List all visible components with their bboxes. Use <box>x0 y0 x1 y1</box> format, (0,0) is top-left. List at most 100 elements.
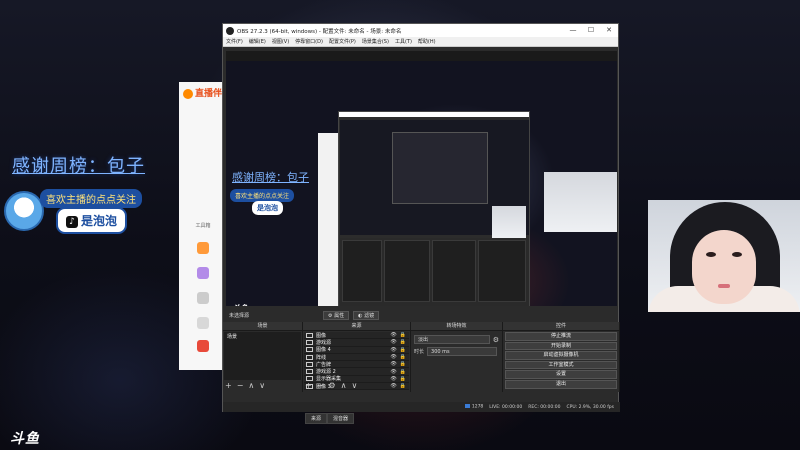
nested-docks <box>340 238 529 306</box>
app-tool-item[interactable] <box>183 292 223 306</box>
duration-input[interactable]: 300 ms <box>427 347 498 356</box>
exit-button[interactable]: 退出 <box>505 379 617 389</box>
source-properties-button[interactable]: ⚙ <box>328 381 335 391</box>
follow-reminder-text: 喜欢主播的点点关注 <box>40 189 142 208</box>
preview-douyu-logo: 斗鱼 <box>232 303 248 306</box>
bitrate-indicator: 1278 <box>464 404 484 410</box>
source-toolbar: 未选择源 ⚙ 属性 ◐ 滤镜 <box>226 309 617 321</box>
menu-edit[interactable]: 编辑(E) <box>249 38 266 45</box>
duration-label: 时长 <box>414 349 425 355</box>
scenes-dock: 场景 场景 + − ∧ ∨ <box>223 322 303 392</box>
move-down-button[interactable]: ∨ <box>259 381 265 391</box>
lock-icon[interactable]: 🔒 <box>400 369 406 375</box>
menu-scene-collection[interactable]: 场景集合(S) <box>362 38 389 45</box>
gear-icon[interactable]: ⚙ <box>493 336 499 344</box>
transition-select[interactable]: 淡出 <box>414 335 490 344</box>
move-up-button[interactable]: ∧ <box>248 381 254 391</box>
lock-icon[interactable]: 🔒 <box>400 347 406 353</box>
sources-list: 图像 👁 🔒 游戏源 👁 🔒 图像 4 👁 🔒 阵线 👁 🔒 广告牌 👁 🔒 游戏源 2 👁 🔒 显示器… <box>304 332 409 391</box>
douyin-handle: ♪ 是泡泡 <box>56 207 128 234</box>
studio-mode-button[interactable]: 工作室模式 <box>505 360 617 370</box>
rec-timer: REC: 00:00:00 <box>528 404 561 410</box>
transitions-dock: 转场特效 淡出 ⚙ 时长 300 ms <box>411 322 503 392</box>
lock-icon[interactable]: 🔒 <box>400 376 406 382</box>
preview-thanks-banner: 感谢周榜：包子 <box>232 171 309 184</box>
nested-preview <box>340 120 529 238</box>
move-up-button[interactable]: ∧ <box>341 381 347 391</box>
source-label: 阵线 <box>316 354 327 361</box>
tool-icon <box>197 267 209 279</box>
move-down-button[interactable]: ∨ <box>351 381 357 391</box>
eye-icon[interactable]: 👁 <box>390 383 396 389</box>
image-source-icon <box>306 347 313 353</box>
scenes-toolbar: + − ∧ ∨ <box>225 381 270 391</box>
preview-companion-panel <box>318 133 340 306</box>
properties-label: 属性 <box>334 312 345 319</box>
app-brand-text: 直播伴 <box>195 89 223 99</box>
bitrate-text: 1278 <box>471 404 484 410</box>
selfie-face <box>692 230 756 304</box>
menu-docks[interactable]: 停靠窗口(D) <box>295 38 323 45</box>
obs-preview-canvas[interactable]: 感谢周榜：包子 喜欢主播的点点关注 是泡泡 斗鱼 <box>226 51 617 306</box>
app-tool-item[interactable] <box>183 267 223 281</box>
start-recording-button[interactable]: 开始录制 <box>505 341 617 351</box>
game-source-icon <box>306 369 313 375</box>
close-button[interactable]: ✕ <box>600 24 618 37</box>
menu-profile[interactable]: 配置文件(P) <box>329 38 356 45</box>
add-scene-button[interactable]: + <box>225 381 232 391</box>
tool-icon <box>197 340 209 352</box>
transitions-header: 转场特效 <box>411 322 502 331</box>
eye-icon[interactable]: 👁 <box>390 347 396 353</box>
tab-sources[interactable]: 来源 <box>305 413 328 424</box>
start-virtual-camera-button[interactable]: 启动虚拟摄像机 <box>505 351 617 360</box>
lock-icon[interactable]: 🔒 <box>400 354 406 360</box>
eye-icon[interactable]: 👁 <box>390 376 396 382</box>
stop-streaming-button[interactable]: 停止推流 <box>505 332 617 341</box>
settings-button[interactable]: 设置 <box>505 370 617 379</box>
douyu-logo: 斗鱼 <box>10 431 40 447</box>
menu-tools[interactable]: 工具(T) <box>395 38 412 45</box>
obs-window: OBS 27.2.3 (64-bit, windows) - 配置文件: 未命名… <box>222 23 620 424</box>
nested-titlebar <box>339 112 529 117</box>
lock-icon[interactable]: 🔒 <box>400 361 406 367</box>
app-tool-item[interactable] <box>183 317 223 331</box>
obs-docks: 场景 场景 + − ∧ ∨ 来源 图像 👁 🔒 游戏源 👁 🔒 图像 4 👁 🔒 阵线 👁 🔒 … <box>223 322 620 392</box>
controls-dock: 控件 停止推流 开始录制 启动虚拟摄像机 工作室模式 设置 退出 <box>503 322 620 392</box>
lock-icon[interactable]: 🔒 <box>400 332 406 338</box>
tab-mixer[interactable]: 混音器 <box>327 413 355 424</box>
filters-button[interactable]: ◐ 滤镜 <box>353 310 380 320</box>
lock-icon[interactable]: 🔒 <box>400 383 406 389</box>
obs-title: OBS 27.2.3 (64-bit, windows) - 配置文件: 未命名… <box>237 28 402 35</box>
source-label: 游戏源 2 <box>316 369 336 376</box>
obs-menubar: 文件(F) 编辑(E) 视图(V) 停靠窗口(D) 配置文件(P) 场景集合(S… <box>223 37 618 47</box>
douyin-handle-text: 是泡泡 <box>81 214 118 228</box>
eye-icon[interactable]: 👁 <box>390 354 396 360</box>
eye-icon[interactable]: 👁 <box>390 332 396 338</box>
app-tool-item[interactable]: 工具箱 <box>183 222 223 229</box>
app-brand: 直播伴 <box>183 86 222 99</box>
menu-help[interactable]: 帮助(H) <box>418 38 436 45</box>
app-tool-item[interactable] <box>183 340 223 354</box>
remove-scene-button[interactable]: − <box>237 381 244 391</box>
text-source-icon <box>306 354 313 360</box>
add-source-button[interactable]: + <box>305 381 312 391</box>
maximize-button[interactable]: ☐ <box>582 24 600 37</box>
selfie-eye <box>706 252 716 257</box>
no-source-label: 未选择源 <box>229 312 250 319</box>
eye-icon[interactable]: 👁 <box>390 339 396 345</box>
scene-item[interactable]: 场景 <box>224 332 301 341</box>
nested-dock <box>342 240 382 302</box>
lock-icon[interactable]: 🔒 <box>400 339 406 345</box>
obs-logo-icon <box>226 26 234 35</box>
menu-file[interactable]: 文件(F) <box>226 38 243 45</box>
sources-header: 来源 <box>303 322 410 331</box>
eye-icon[interactable]: 👁 <box>390 361 396 367</box>
eye-icon[interactable]: 👁 <box>390 369 396 375</box>
selfie-lips <box>718 284 730 288</box>
tool-icon <box>197 317 209 329</box>
menu-view[interactable]: 视图(V) <box>272 38 289 45</box>
app-tool-item[interactable] <box>183 242 223 256</box>
properties-button[interactable]: ⚙ 属性 <box>323 310 350 320</box>
minimize-button[interactable]: — <box>564 24 582 37</box>
remove-source-button[interactable]: − <box>317 381 324 391</box>
